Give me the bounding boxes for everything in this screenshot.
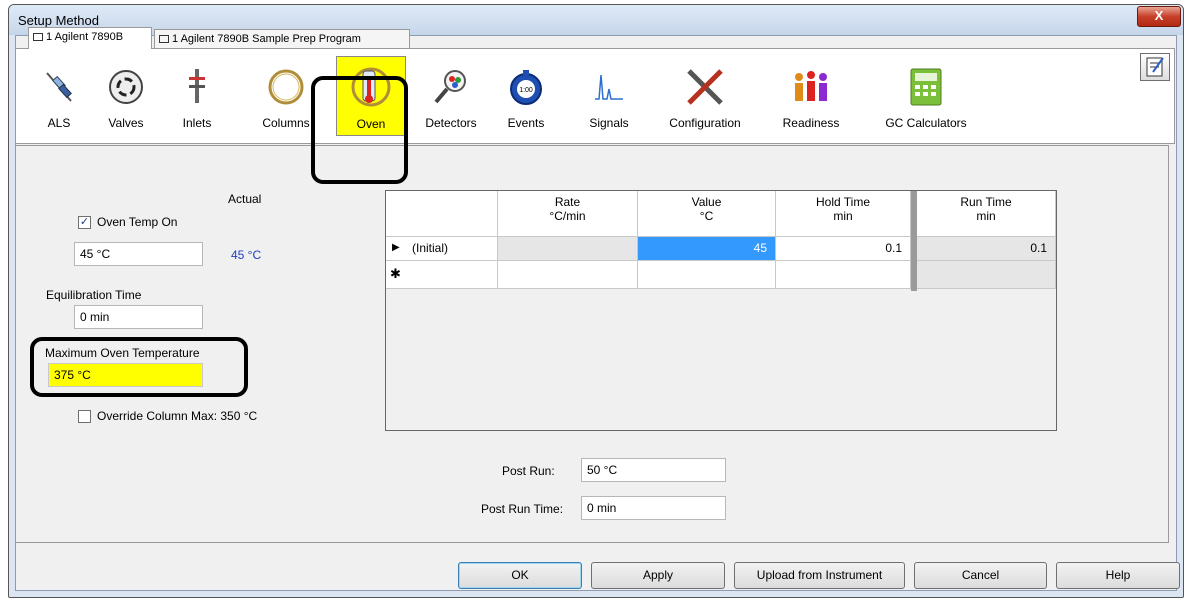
temperature-program-table: Rate °C/min Value °C Hold Time min Run T… [385, 190, 1057, 431]
ok-button[interactable]: OK [458, 562, 582, 589]
toolbar-label: Configuration [669, 116, 741, 130]
run-time-cell: 0.1 [917, 237, 1056, 261]
toolbar-detectors[interactable]: Detectors [416, 49, 486, 145]
rate-cell [498, 237, 638, 261]
post-run-time-input[interactable]: 0 min [581, 496, 726, 520]
new-value-cell[interactable] [638, 261, 776, 289]
row-header-corner [386, 191, 498, 237]
calculator-icon [910, 68, 942, 106]
detector-icon [434, 70, 466, 104]
row-label: (Initial) [412, 241, 449, 255]
tools-icon [687, 69, 723, 105]
max-oven-temp-input[interactable]: 375 °C [48, 363, 203, 387]
oven-temp-on-label: Oven Temp On [97, 215, 178, 229]
new-rate-cell[interactable] [498, 261, 638, 289]
post-run-time-label: Post Run Time: [481, 502, 564, 516]
current-row-marker: ▶ [392, 242, 400, 253]
actual-header: Actual [228, 192, 262, 206]
column-header-hold-time: Hold Time min [776, 191, 911, 237]
valve-icon [109, 70, 143, 104]
toolbar-label: Signals [589, 116, 629, 130]
cancel-button[interactable]: Cancel [914, 562, 1047, 589]
syringe-icon [46, 72, 72, 102]
post-run-input[interactable]: 50 °C [581, 458, 726, 482]
toolbar-columns[interactable]: Columns [256, 49, 316, 145]
instrument-icon [159, 35, 169, 43]
window-title: Setup Method [18, 13, 99, 28]
toolbar-label: ALS [47, 116, 71, 130]
column-title: Rate [554, 195, 581, 209]
toolbar-label: Detectors [425, 116, 477, 130]
equilibration-time-label: Equilibration Time [46, 288, 142, 302]
column-unit: min [833, 209, 853, 223]
column-unit: °C/min [549, 209, 586, 223]
toolbar-gc-calculators[interactable]: GC Calculators [871, 49, 981, 145]
toolbar-readiness[interactable]: Readiness [776, 49, 846, 145]
upload-from-instrument-button[interactable]: Upload from Instrument [734, 562, 905, 589]
stopwatch-icon: 1:00 [510, 70, 542, 105]
stopwatch-text: 1:00 [519, 87, 533, 94]
new-run-time-cell [917, 261, 1056, 289]
tab-sample-prep-program[interactable]: 1 Agilent 7890B Sample Prep Program [154, 29, 410, 49]
method-notes-button[interactable] [1140, 53, 1170, 81]
value-cell[interactable]: 45 [638, 237, 776, 261]
column-title: Value [691, 195, 722, 209]
toolbar-label: Columns [262, 116, 310, 130]
column-title: Run Time [960, 195, 1012, 209]
toolbar-label: Events [507, 116, 545, 130]
inlet-icon [189, 69, 205, 103]
help-button[interactable]: Help [1056, 562, 1180, 589]
table-row-header[interactable]: ▶ (Initial) [386, 237, 498, 261]
toolbar-inlets[interactable]: Inlets [170, 49, 224, 145]
toolbar-label: Valves [108, 116, 144, 130]
instrument-icon [33, 33, 43, 41]
tab-agilent-7890b[interactable]: 1 Agilent 7890B [28, 27, 152, 49]
oven-temp-on-checkbox[interactable]: ✓ [78, 216, 91, 229]
toolbar-label: GC Calculators [885, 116, 967, 130]
column-unit: °C [699, 209, 714, 223]
toolbar-label: Readiness [782, 116, 840, 130]
column-header-run-time: Run Time min [917, 191, 1056, 237]
signal-icon [595, 74, 623, 100]
toolbar-configuration[interactable]: Configuration [660, 49, 750, 145]
override-column-max-label: Override Column Max: 350 °C [97, 409, 258, 423]
new-hold-time-cell[interactable] [776, 261, 911, 289]
override-column-max-checkbox[interactable] [78, 410, 91, 423]
toolbar-events[interactable]: 1:00 Events [501, 49, 551, 145]
toolbar-label: Inlets [182, 116, 212, 130]
column-icon [268, 69, 304, 105]
column-header-value: Value °C [638, 191, 776, 237]
module-toolbar: ALS Valves Inlets Columns Oven Detectors… [15, 48, 1175, 144]
toolbar-label: Oven [356, 117, 386, 131]
notes-icon [1146, 57, 1164, 77]
tab-label: 1 Agilent 7890B Sample Prep Program [172, 33, 361, 45]
toolbar-valves[interactable]: Valves [96, 49, 156, 145]
column-header-rate: Rate °C/min [498, 191, 638, 237]
toolbar-als[interactable]: ALS [36, 49, 82, 145]
post-run-label: Post Run: [502, 464, 555, 478]
equilibration-time-input[interactable]: 0 min [74, 305, 203, 329]
column-unit: min [976, 209, 996, 223]
hold-time-cell[interactable]: 0.1 [776, 237, 911, 261]
column-title: Hold Time [815, 195, 871, 209]
oven-temp-input[interactable]: 45 °C [74, 242, 203, 266]
toolbar-oven[interactable]: Oven [336, 56, 406, 136]
toolbar-signals[interactable]: Signals [584, 49, 634, 145]
new-row-header[interactable]: ✱ [386, 261, 498, 289]
apply-button[interactable]: Apply [591, 562, 725, 589]
readiness-icon [795, 71, 827, 101]
thermometer-icon [351, 67, 391, 107]
max-oven-temp-label: Maximum Oven Temperature [45, 346, 200, 360]
close-button[interactable]: X [1137, 6, 1181, 27]
new-row-marker: ✱ [390, 266, 401, 281]
tab-label: 1 Agilent 7890B [46, 31, 124, 43]
oven-temp-actual: 45 °C [231, 248, 262, 262]
